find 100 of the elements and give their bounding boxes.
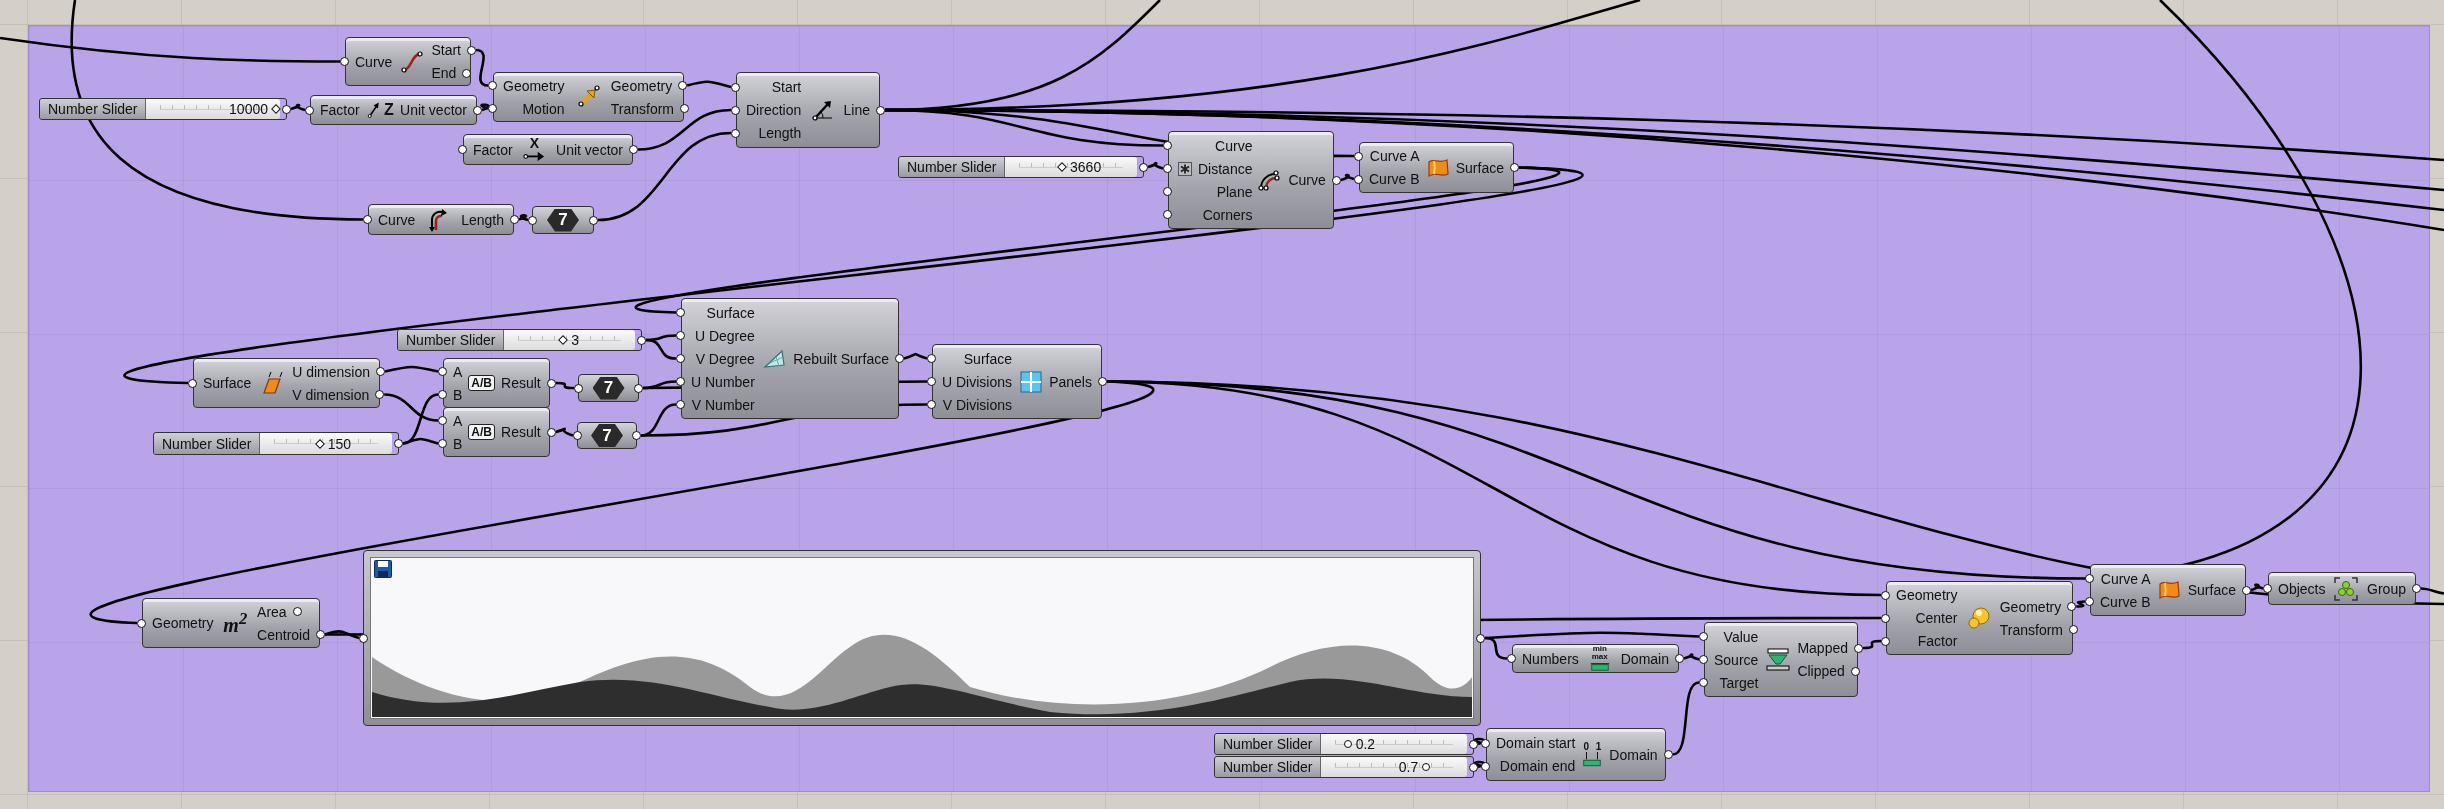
output-port[interactable] (2412, 584, 2421, 593)
output-port[interactable] (1139, 162, 1148, 172)
component-node[interactable] (493, 72, 684, 122)
output-port[interactable] (462, 68, 472, 78)
input-port[interactable] (2085, 574, 2094, 583)
input-port[interactable] (188, 378, 197, 388)
input-port[interactable] (363, 215, 372, 224)
input-port[interactable] (731, 105, 740, 115)
output-port[interactable] (2242, 585, 2251, 595)
output-port[interactable] (629, 145, 638, 154)
output-port[interactable] (1850, 666, 1860, 676)
component-node[interactable] (2268, 572, 2416, 605)
input-port[interactable] (731, 128, 740, 138)
component-node[interactable] (1512, 644, 1679, 673)
input-port[interactable] (927, 400, 936, 409)
slider-track[interactable]: 3660 (1005, 157, 1137, 177)
input-port[interactable] (1354, 151, 1363, 161)
component-node[interactable] (1486, 728, 1666, 781)
output-port[interactable] (376, 367, 385, 376)
output-port[interactable] (632, 431, 641, 440)
input-port[interactable] (458, 145, 467, 154)
slider-thumb[interactable] (1343, 740, 1352, 748)
output-port[interactable] (546, 378, 556, 388)
component-node[interactable] (443, 358, 550, 408)
component-node[interactable] (736, 72, 880, 148)
output-port[interactable] (680, 104, 689, 113)
output-port[interactable] (2069, 625, 2078, 634)
slider-track[interactable]: 150 (260, 433, 392, 454)
component-node[interactable] (1886, 581, 2073, 655)
component-node[interactable] (142, 598, 320, 648)
slider-track[interactable]: 10000 (146, 99, 280, 119)
slider-thumb[interactable] (271, 104, 281, 114)
slider-track[interactable]: 0.7 (1321, 757, 1467, 777)
input-port[interactable] (1163, 187, 1172, 196)
input-port[interactable] (676, 308, 685, 317)
output-port[interactable] (634, 383, 643, 393)
component-node[interactable] (345, 37, 471, 86)
output-port[interactable] (1098, 377, 1107, 386)
component-node[interactable] (443, 407, 550, 457)
output-port[interactable] (1675, 654, 1684, 663)
input-port[interactable] (438, 390, 447, 399)
input-port[interactable] (1481, 761, 1490, 771)
input-port[interactable] (676, 354, 685, 363)
slider-thumb[interactable] (1422, 763, 1431, 771)
input-port[interactable] (676, 377, 685, 386)
output-port[interactable] (2067, 602, 2077, 611)
output-port[interactable] (895, 354, 904, 363)
input-port[interactable] (927, 354, 936, 363)
input-port[interactable] (1881, 613, 1890, 623)
output-port[interactable] (1469, 762, 1478, 772)
input-port[interactable] (488, 81, 497, 90)
output-port[interactable] (473, 105, 482, 115)
output-port[interactable] (394, 439, 403, 448)
output-port[interactable] (1469, 739, 1478, 749)
output-port[interactable] (678, 81, 688, 90)
input-port[interactable] (137, 618, 146, 628)
input-port[interactable] (927, 377, 936, 386)
component-node[interactable] (2090, 564, 2246, 616)
output-port[interactable] (292, 607, 302, 616)
input-port[interactable] (438, 416, 447, 425)
output-port[interactable] (1663, 750, 1673, 759)
input-port[interactable] (574, 383, 583, 393)
output-port[interactable] (589, 215, 598, 225)
output-port[interactable] (1854, 643, 1863, 653)
input-port[interactable] (1699, 655, 1708, 664)
input-port[interactable] (359, 633, 368, 643)
input-port[interactable] (676, 331, 685, 340)
input-port[interactable] (1163, 210, 1172, 219)
input-port[interactable] (1881, 636, 1890, 646)
input-port[interactable] (438, 367, 447, 376)
output-port[interactable] (876, 105, 885, 115)
input-port[interactable] (573, 431, 582, 440)
component-node[interactable] (193, 358, 380, 408)
input-port[interactable] (1163, 141, 1172, 150)
component-node[interactable] (368, 204, 514, 235)
output-port[interactable] (467, 45, 476, 55)
output-port[interactable] (546, 427, 556, 437)
output-port[interactable] (1510, 163, 1519, 172)
input-port[interactable] (305, 105, 314, 115)
output-port[interactable] (1476, 633, 1485, 643)
component-node[interactable] (310, 95, 477, 125)
input-port[interactable] (1699, 632, 1708, 641)
component-node[interactable] (681, 298, 899, 419)
input-port[interactable] (1507, 654, 1516, 663)
component-node[interactable] (932, 344, 1102, 419)
output-port[interactable] (637, 335, 646, 345)
component-node[interactable] (463, 134, 633, 165)
input-port[interactable] (528, 215, 537, 225)
slider-track[interactable]: 0.2 (1321, 734, 1467, 754)
input-port[interactable] (1481, 738, 1490, 748)
input-port[interactable] (1163, 164, 1172, 173)
input-port[interactable] (2085, 597, 2094, 606)
input-port[interactable] (2263, 584, 2272, 593)
input-port[interactable] (1354, 174, 1363, 184)
component-node[interactable] (1168, 131, 1334, 229)
input-port[interactable] (1881, 590, 1890, 600)
input-port[interactable] (676, 400, 685, 409)
input-port[interactable] (438, 439, 447, 448)
slider-thumb[interactable] (1057, 162, 1067, 172)
component-node[interactable] (1704, 622, 1858, 697)
